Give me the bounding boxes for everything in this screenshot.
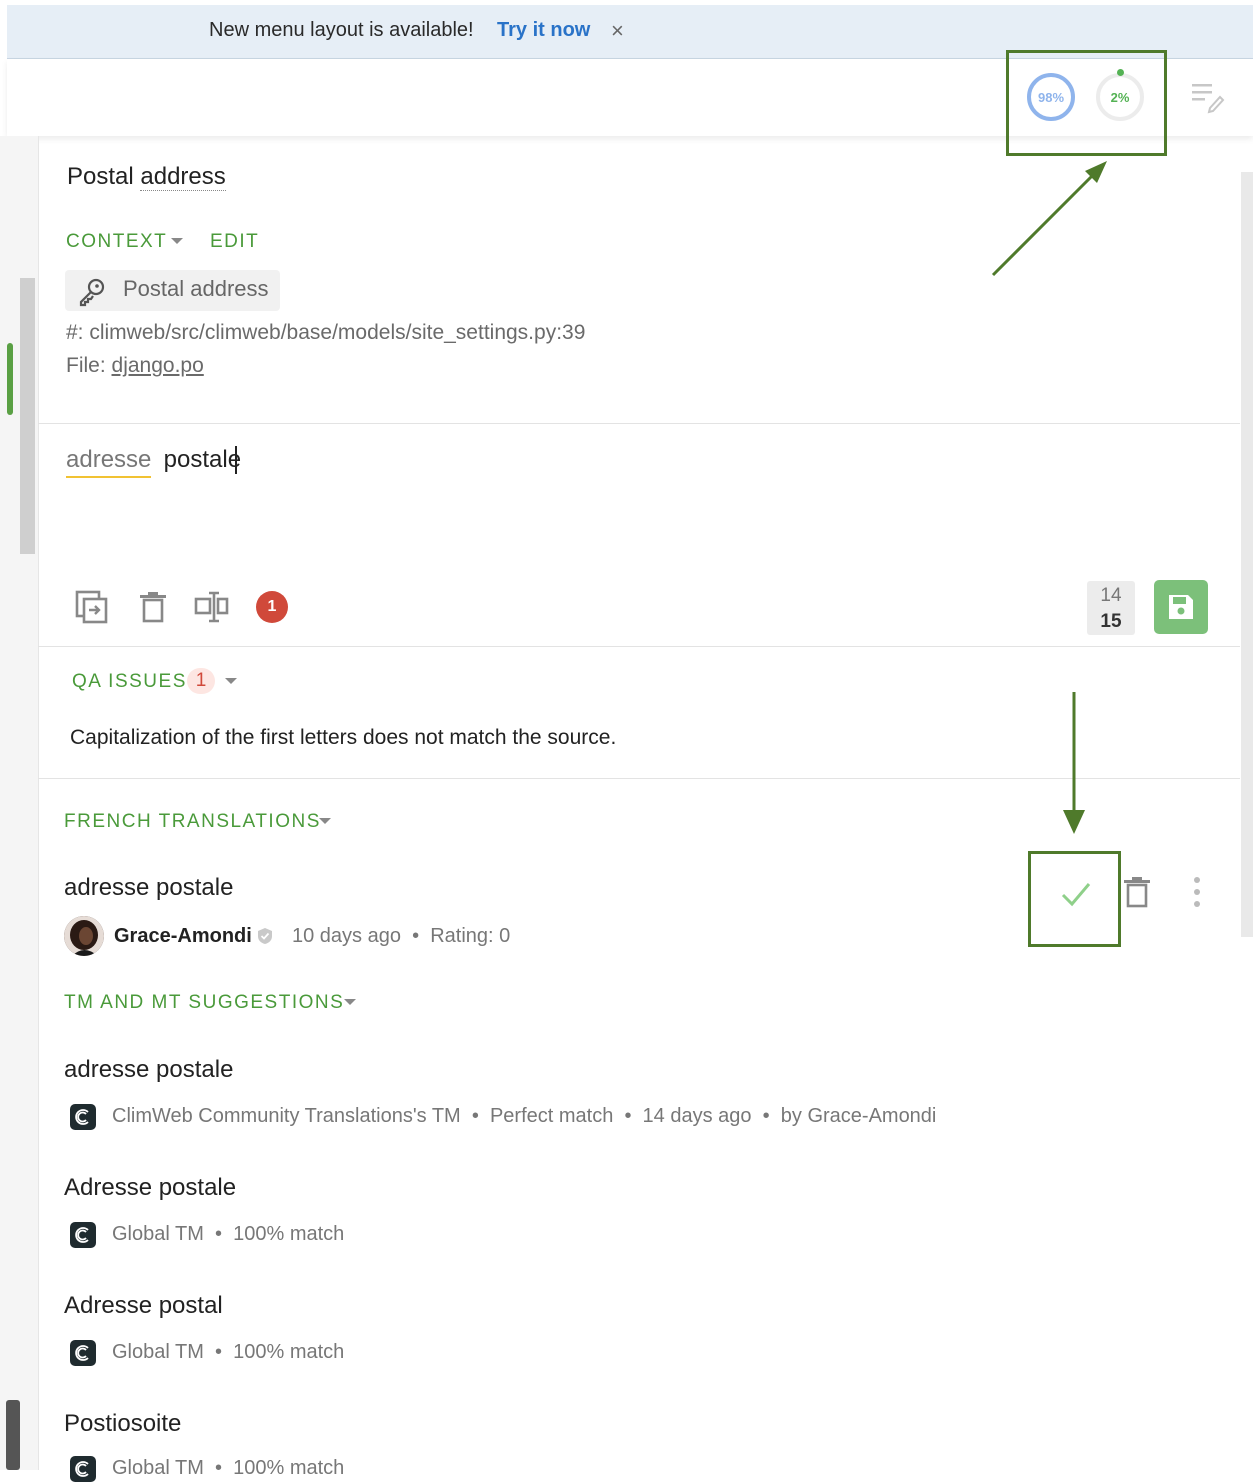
edit-list-icon[interactable] <box>1190 80 1226 114</box>
suggestions-caret-icon[interactable] <box>344 999 356 1005</box>
arrow-annotation <box>991 161 1107 277</box>
suggestion-text[interactable]: Adresse postal <box>64 1292 223 1320</box>
annotation-highlight-box <box>1028 851 1121 947</box>
context-caret-icon[interactable] <box>171 238 183 244</box>
more-vertical-icon[interactable] <box>1187 874 1207 910</box>
trash-icon[interactable] <box>1119 874 1155 910</box>
qa-issues-toggle[interactable]: QA ISSUES <box>72 671 187 693</box>
rail-bottom-handle[interactable] <box>6 1400 20 1470</box>
suggestion-meta: ClimWeb Community Translations's TM • Pe… <box>112 1105 937 1127</box>
file-prefix: File: <box>66 354 112 377</box>
translation-word[interactable]: postale <box>157 446 241 474</box>
translation-author[interactable]: Grace-Amondi <box>114 925 252 948</box>
copy-icon[interactable] <box>74 589 110 625</box>
qa-issues-count: 1 <box>187 668 215 694</box>
save-button[interactable] <box>1154 580 1208 634</box>
source-string: Postal address <box>67 163 226 191</box>
divider <box>38 646 1240 647</box>
length-counter: 14 15 <box>1087 581 1135 635</box>
warning-count-badge[interactable]: 1 <box>256 591 288 623</box>
source-word-plain: Postal <box>67 163 141 190</box>
suggestion-text[interactable]: adresse postale <box>64 1056 233 1084</box>
avatar[interactable] <box>64 916 104 956</box>
qa-issue-message: Capitalization of the first letters does… <box>70 726 617 749</box>
rotate-icon[interactable] <box>194 589 230 625</box>
annotation-highlight-box <box>1006 50 1167 156</box>
french-caret-icon[interactable] <box>319 818 331 824</box>
tm-logo-icon <box>70 1456 96 1482</box>
main-scrollbar[interactable] <box>1241 172 1253 937</box>
try-it-now-link[interactable]: Try it now <box>497 19 590 42</box>
suggestion-text[interactable]: Adresse postale <box>64 1174 236 1202</box>
suggestion-text[interactable]: Postiosoite <box>64 1410 181 1438</box>
qa-caret-icon[interactable] <box>225 678 237 684</box>
text-caret <box>235 446 237 474</box>
trash-icon[interactable] <box>135 589 171 625</box>
key-label: Postal address <box>123 276 269 301</box>
tm-logo-icon <box>70 1340 96 1366</box>
banner-text: New menu layout is available! <box>209 19 474 41</box>
save-icon <box>1169 595 1193 619</box>
arrow-annotation <box>1063 692 1085 834</box>
file-link[interactable]: django.po <box>112 354 204 377</box>
rail-active-indicator <box>7 343 13 415</box>
translation-text[interactable]: adresse postale <box>64 874 233 902</box>
original-length: 14 <box>1100 585 1122 606</box>
french-translations-toggle[interactable]: FRENCH TRANSLATIONS <box>64 811 321 833</box>
translation-meta: 10 days ago • Rating: 0 <box>292 925 511 947</box>
suggestion-meta: Global TM • 100% match <box>112 1457 345 1479</box>
tm-logo-icon <box>70 1104 96 1130</box>
suggestion-meta: Global TM • 100% match <box>112 1223 345 1245</box>
suggestion-meta: Global TM • 100% match <box>112 1341 345 1363</box>
translation-length: 15 <box>1100 611 1122 632</box>
key-icon <box>79 278 105 307</box>
shield-check-icon <box>258 928 272 944</box>
tm-logo-icon <box>70 1222 96 1248</box>
source-word-term[interactable]: address <box>140 163 226 191</box>
translation-word-flagged[interactable]: adresse <box>66 446 152 478</box>
suggestions-toggle[interactable]: TM AND MT SUGGESTIONS <box>64 992 344 1014</box>
edit-context-link[interactable]: EDIT <box>210 231 259 253</box>
close-icon[interactable]: × <box>611 18 624 44</box>
source-path: #: climweb/src/climweb/base/models/site_… <box>66 321 586 344</box>
file-line: File: django.po <box>66 354 204 378</box>
rail-scrollbar[interactable] <box>20 278 35 554</box>
context-toggle[interactable]: CONTEXT <box>66 231 167 253</box>
